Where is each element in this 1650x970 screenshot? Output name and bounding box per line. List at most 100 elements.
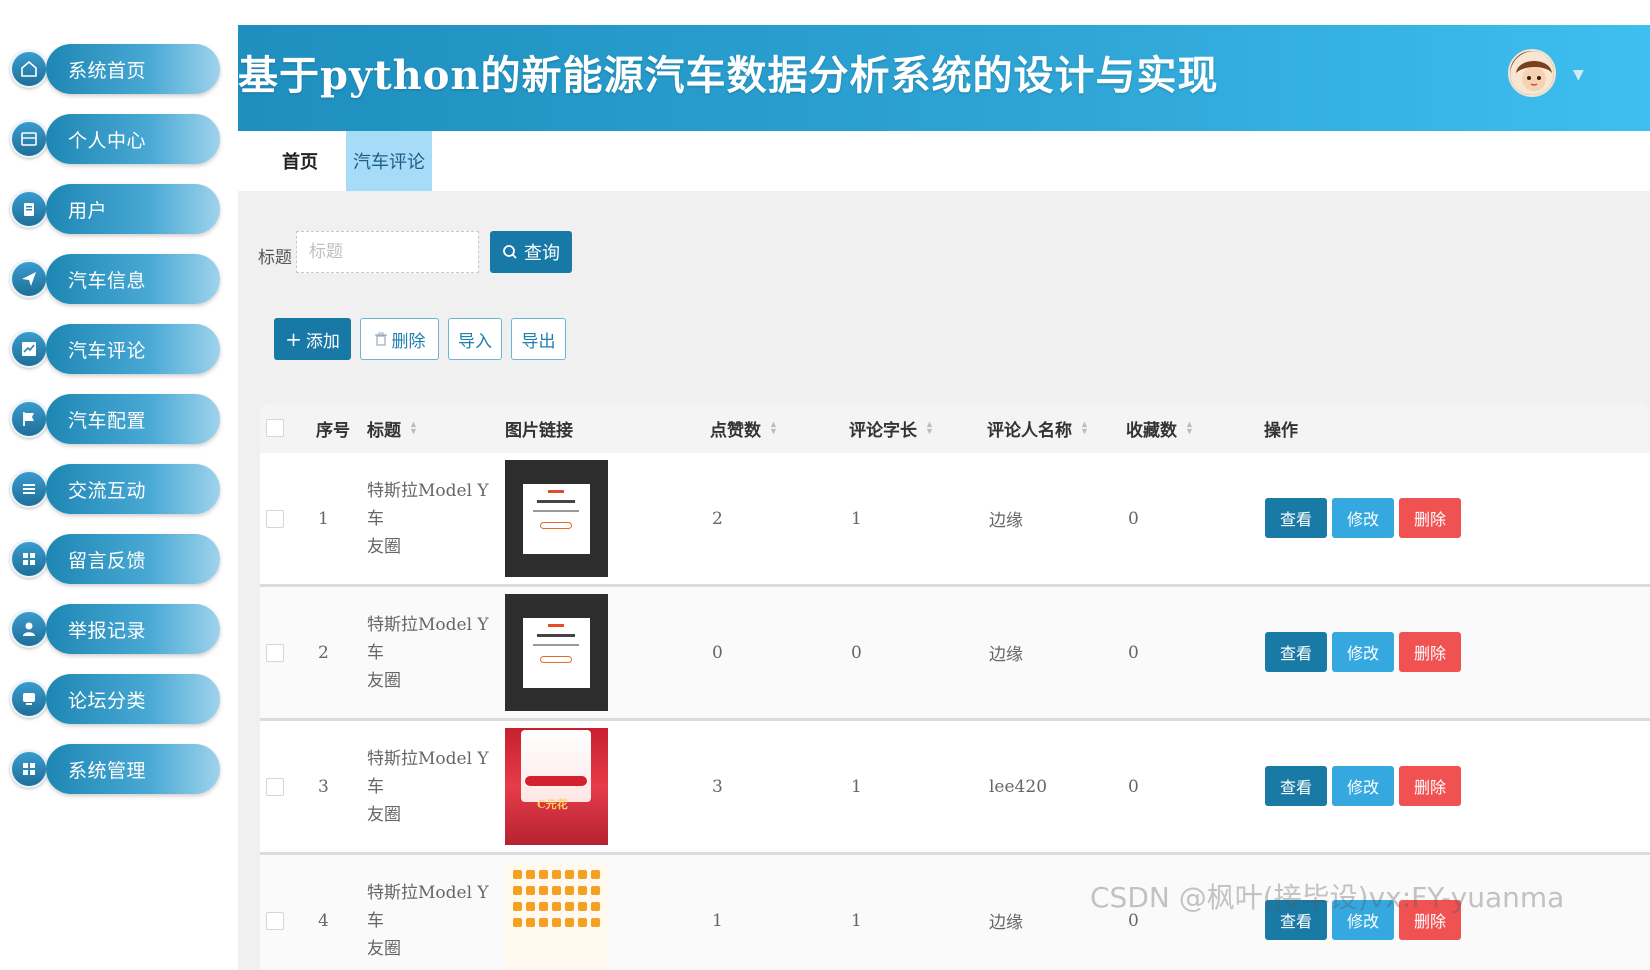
tab-home[interactable]: 首页: [258, 131, 342, 191]
home-icon: [10, 50, 48, 88]
row-index: 2: [318, 642, 329, 663]
row-comment-length: 1: [851, 910, 862, 931]
row-checkbox[interactable]: [266, 777, 284, 796]
row-thumbnail-image[interactable]: C元花: [505, 728, 608, 845]
delete-button[interactable]: 删除: [360, 318, 439, 360]
sort-icon[interactable]: ▲ ▼: [1080, 420, 1089, 436]
table-row: 2 特斯拉Model Y车 友圈 0 0 边缘 0 查看 修改 删除: [260, 587, 1650, 721]
view-button[interactable]: 查看: [1265, 498, 1327, 538]
row-title: 特斯拉Model Y车 友圈: [367, 748, 489, 825]
query-button-label: 查询: [524, 243, 560, 264]
query-button[interactable]: 查询: [490, 231, 572, 273]
page-title: 基于python的新能源汽车数据分析系统的设计与实现: [238, 52, 1219, 99]
search-icon: [503, 245, 517, 259]
flag-icon: [10, 400, 48, 438]
sidebar-item-label: 系统管理: [68, 760, 147, 782]
view-button[interactable]: 查看: [1265, 632, 1327, 672]
sidebar-item-label: 汽车信息: [68, 270, 147, 292]
select-all-checkbox[interactable]: [266, 419, 284, 437]
row-likes: 0: [712, 642, 723, 663]
chat-icon: [10, 680, 48, 718]
trash-icon: [374, 332, 387, 346]
sort-icon[interactable]: ▲ ▼: [769, 420, 778, 436]
row-likes: 3: [712, 776, 723, 797]
column-header-comment-length[interactable]: 评论字长 ▲ ▼: [849, 403, 934, 453]
row-index: 3: [318, 776, 329, 797]
row-delete-button[interactable]: 删除: [1399, 632, 1461, 672]
row-title: 特斯拉Model Y车 友圈: [367, 614, 489, 691]
sidebar-item-forum-category[interactable]: 论坛分类: [10, 674, 220, 724]
sidebar-item-label: 论坛分类: [68, 690, 147, 712]
row-delete-button[interactable]: 删除: [1399, 766, 1461, 806]
top-header: 基于python的新能源汽车数据分析系统的设计与实现 ▼: [238, 25, 1650, 131]
edit-button[interactable]: 修改: [1332, 632, 1394, 672]
sidebar-item-reports[interactable]: 举报记录: [10, 604, 220, 654]
sidebar-item-car-config[interactable]: 汽车配置: [10, 394, 220, 444]
table-row: 3 特斯拉Model Y车 友圈 C元花 3 1 lee420 0 查看 修改 删…: [260, 721, 1650, 855]
column-header-favorites[interactable]: 收藏数 ▲ ▼: [1126, 403, 1194, 453]
row-checkbox[interactable]: [266, 509, 284, 528]
column-header-title[interactable]: 标题 ▲ ▼: [367, 403, 418, 453]
sidebar-item-home[interactable]: 系统首页: [10, 44, 220, 94]
sidebar-item-car-info[interactable]: 汽车信息: [10, 254, 220, 304]
tabs-bar: 首页 汽车评论: [238, 131, 1650, 191]
sidebar-item-user[interactable]: 用户: [10, 184, 220, 234]
export-button[interactable]: 导出: [511, 318, 566, 360]
sidebar-item-label: 留言反馈: [68, 550, 147, 572]
user-card-icon: [10, 120, 48, 158]
sidebar-item-car-comments[interactable]: 汽车评论: [10, 324, 220, 374]
sidebar-item-label: 交流互动: [68, 480, 147, 502]
main-content: 标题 查询 + 添加 删除 导入 导出 序号 标题▲▼ 图片链接 点赞数▲▼ 评…: [238, 191, 1650, 970]
row-thumbnail-image[interactable]: [505, 460, 608, 577]
view-button[interactable]: 查看: [1265, 766, 1327, 806]
row-thumbnail-image[interactable]: [505, 594, 608, 711]
row-likes: 1: [712, 910, 723, 931]
row-delete-button[interactable]: 删除: [1399, 498, 1461, 538]
sidebar-item-feedback[interactable]: 留言反馈: [10, 534, 220, 584]
sidebar-item-interaction[interactable]: 交流互动: [10, 464, 220, 514]
edit-button[interactable]: 修改: [1332, 498, 1394, 538]
app-root: 系统首页 个人中心 用户 汽车信息 汽车评论 汽车配置 交流互动 留言反馈 举报…: [0, 0, 1650, 970]
row-favorites: 0: [1128, 508, 1139, 529]
column-header-commenter[interactable]: 评论人名称 ▲ ▼: [987, 403, 1089, 453]
plus-icon: +: [285, 327, 302, 351]
row-commenter: 边缘: [989, 645, 1023, 665]
list-icon: [10, 470, 48, 508]
avatar-icon[interactable]: [1508, 49, 1556, 97]
sidebar-item-label: 用户: [68, 200, 108, 222]
sidebar-item-label: 汽车评论: [68, 340, 147, 362]
row-index: 4: [318, 910, 329, 931]
delete-button-label: 删除: [391, 331, 426, 352]
sort-icon[interactable]: ▲ ▼: [409, 420, 418, 436]
row-comment-length: 1: [851, 776, 862, 797]
column-header-likes[interactable]: 点赞数 ▲ ▼: [710, 403, 778, 453]
add-button-label: 添加: [305, 331, 340, 352]
row-comment-length: 1: [851, 508, 862, 529]
row-checkbox[interactable]: [266, 643, 284, 662]
table-row: 1 特斯拉Model Y车 友圈 2 1 边缘 0 查看 修改 删除: [260, 453, 1650, 587]
search-input[interactable]: [296, 231, 479, 273]
send-icon: [10, 260, 48, 298]
row-checkbox[interactable]: [266, 911, 284, 930]
sidebar-item-profile[interactable]: 个人中心: [10, 114, 220, 164]
row-likes: 2: [712, 508, 723, 529]
row-commenter: lee420: [989, 776, 1048, 797]
row-title: 特斯拉Model Y车 友圈: [367, 480, 489, 557]
row-title: 特斯拉Model Y车 友圈: [367, 882, 489, 959]
import-button[interactable]: 导入: [448, 318, 502, 360]
clipboard-icon: [10, 190, 48, 228]
table-header: 序号 标题 ▲ ▼ 图片链接 点赞数 ▲ ▼ 评论字长 ▲ ▼ 评论人名称 ▲ ▼ 收藏数 ▲ ▼ …: [260, 403, 1650, 453]
edit-button[interactable]: 修改: [1332, 766, 1394, 806]
row-favorites: 0: [1128, 776, 1139, 797]
sort-icon[interactable]: ▲ ▼: [1185, 420, 1194, 436]
sidebar-item-system[interactable]: 系统管理: [10, 744, 220, 794]
sort-icon[interactable]: ▲ ▼: [925, 420, 934, 436]
tab-car-comments[interactable]: 汽车评论: [346, 131, 432, 191]
add-button[interactable]: + 添加: [274, 318, 351, 360]
row-commenter: 边缘: [989, 913, 1023, 933]
sidebar-item-label: 举报记录: [68, 620, 147, 642]
sidebar-item-label: 个人中心: [68, 130, 147, 152]
row-thumbnail-image[interactable]: [505, 862, 608, 970]
row-commenter: 边缘: [989, 511, 1023, 531]
caret-down-icon[interactable]: ▼: [1573, 67, 1584, 83]
